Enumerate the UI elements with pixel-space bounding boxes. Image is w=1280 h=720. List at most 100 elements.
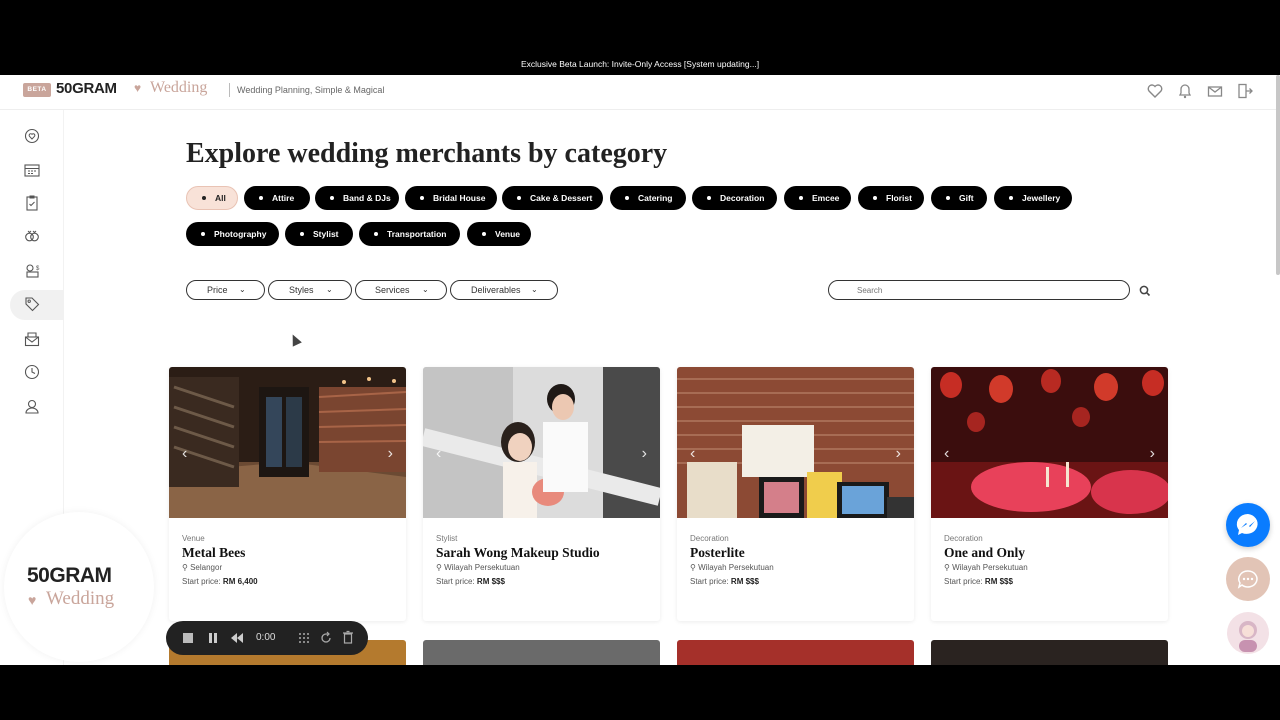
logout-icon[interactable] <box>1236 82 1254 100</box>
tag-icon[interactable] <box>22 295 42 315</box>
budget-icon[interactable]: $ <box>22 261 42 281</box>
merchant-image: ‹ › <box>169 367 406 518</box>
chevron-right-icon[interactable]: › <box>896 445 901 463</box>
rewind-icon[interactable] <box>230 621 244 665</box>
svg-text:$: $ <box>36 266 40 272</box>
category-chip-florist[interactable]: Florist <box>858 186 924 210</box>
messenger-button[interactable] <box>1226 503 1270 547</box>
chevron-down-icon: ⌄ <box>326 285 333 294</box>
category-chip-venue[interactable]: Venue <box>467 222 531 246</box>
chevron-left-icon[interactable]: ‹ <box>182 445 187 463</box>
heart-icon[interactable] <box>1146 82 1164 100</box>
map-pin-heart-icon[interactable] <box>22 127 42 147</box>
restart-icon[interactable] <box>320 621 332 665</box>
filter-services-label: Services <box>375 285 410 295</box>
rings-icon[interactable] <box>22 227 42 247</box>
category-chip-photography[interactable]: Photography <box>186 222 279 246</box>
category-chip-cake-dessert[interactable]: Cake & Dessert <box>502 186 603 210</box>
merchant-location-text: Wilayah Persekutuan <box>698 563 774 572</box>
merchant-location: ⚲ Wilayah Persekutuan <box>436 563 520 572</box>
page-scrollbar[interactable] <box>1276 75 1280 275</box>
calendar-icon[interactable] <box>22 161 42 181</box>
chevron-left-icon[interactable]: ‹ <box>944 445 949 463</box>
category-chip-all[interactable]: All <box>186 186 238 210</box>
messenger-icon <box>1226 503 1270 547</box>
price-label: Start price: <box>182 577 221 586</box>
logo-primary[interactable]: 50GRAM <box>56 80 117 97</box>
merchant-image: ‹ › <box>423 367 660 518</box>
merchant-name[interactable]: Posterlite <box>690 545 745 561</box>
category-chip-jewellery[interactable]: Jewellery <box>994 186 1072 210</box>
chevron-down-icon: ⌄ <box>239 285 246 294</box>
filter-price[interactable]: Price ⌄ <box>186 280 265 300</box>
filter-services[interactable]: Services ⌄ <box>355 280 447 300</box>
category-chip-band-djs[interactable]: Band & DJs <box>315 186 399 210</box>
trash-icon[interactable] <box>342 621 354 665</box>
merchant-card-metal-bees[interactable]: ‹ › Venue Metal Bees ⚲ Selangor Start pr… <box>169 367 406 621</box>
guest-icon[interactable] <box>22 397 42 417</box>
chevron-right-icon[interactable]: › <box>388 445 393 463</box>
merchant-card-one-and-only[interactable]: ‹ › Decoration One and Only ⚲ Wilayah Pe… <box>931 367 1168 621</box>
merchant-card-peek[interactable] <box>677 640 914 665</box>
grid-icon[interactable] <box>298 621 310 665</box>
merchant-location-text: Wilayah Persekutuan <box>952 563 1028 572</box>
filter-price-label: Price <box>207 285 228 295</box>
merchant-category: Decoration <box>944 534 983 543</box>
logo-heart-icon: ♥ <box>134 81 142 95</box>
chevron-left-icon[interactable]: ‹ <box>690 445 695 463</box>
location-pin-icon: ⚲ <box>182 563 191 572</box>
location-pin-icon: ⚲ <box>690 563 699 572</box>
merchant-card-peek[interactable] <box>931 640 1168 665</box>
category-chip-catering[interactable]: Catering <box>610 186 686 210</box>
sidebar-logo-secondary: Wedding <box>46 588 115 609</box>
beta-banner: Exclusive Beta Launch: Invite-Only Acces… <box>520 59 760 69</box>
search-icon[interactable] <box>1138 284 1152 298</box>
mail-icon[interactable] <box>1206 82 1224 100</box>
chevron-left-icon[interactable]: ‹ <box>436 445 441 463</box>
stop-icon[interactable] <box>182 621 194 665</box>
merchant-name[interactable]: Sarah Wong Makeup Studio <box>436 545 600 561</box>
merchant-location: ⚲ Selangor <box>182 563 222 572</box>
chevron-right-icon[interactable]: › <box>1150 445 1155 463</box>
merchant-image: ‹ › <box>931 367 1168 518</box>
chat-button[interactable] <box>1226 557 1270 601</box>
sidebar-logo-primary: 50GRAM <box>27 564 112 587</box>
merchant-name[interactable]: Metal Bees <box>182 545 245 561</box>
sidebar-logo-heart-icon: ♥ <box>28 592 37 608</box>
filter-styles[interactable]: Styles ⌄ <box>268 280 352 300</box>
merchant-price: Start price: RM $$$ <box>690 577 759 586</box>
invitation-icon[interactable] <box>22 330 42 350</box>
category-chip-transportation[interactable]: Transportation <box>359 222 460 246</box>
merchant-image: ‹ › <box>677 367 914 518</box>
tagline: Wedding Planning, Simple & Magical <box>237 85 385 95</box>
price-value: RM $$$ <box>984 577 1013 586</box>
merchant-price: Start price: RM $$$ <box>436 577 505 586</box>
chevron-down-icon: ⌄ <box>422 285 429 294</box>
clock-icon[interactable] <box>22 363 42 383</box>
bell-icon[interactable] <box>1176 82 1194 100</box>
merchant-card-sarah-wong[interactable]: ‹ › Stylist Sarah Wong Makeup Studio ⚲ W… <box>423 367 660 621</box>
category-chip-stylist[interactable]: Stylist <box>285 222 353 246</box>
search-input[interactable] <box>828 280 1130 300</box>
merchant-price: Start price: RM 6,400 <box>182 577 258 586</box>
merchant-location: ⚲ Wilayah Persekutuan <box>690 563 774 572</box>
merchant-card-posterlite[interactable]: ‹ › Decoration Posterlite ⚲ Wilayah Pers… <box>677 367 914 621</box>
filter-deliverables[interactable]: Deliverables ⌄ <box>450 280 558 300</box>
filter-deliverables-label: Deliverables <box>471 285 521 295</box>
pause-icon[interactable] <box>208 621 218 665</box>
category-chip-bridal-house[interactable]: Bridal House <box>405 186 497 210</box>
chevron-right-icon[interactable]: › <box>642 445 647 463</box>
category-chip-attire[interactable]: Attire <box>244 186 310 210</box>
assistant-avatar[interactable] <box>1227 612 1269 654</box>
merchant-card-peek[interactable] <box>423 640 660 665</box>
beta-badge: BETA <box>23 83 51 97</box>
price-value: RM $$$ <box>476 577 505 586</box>
category-chip-gift[interactable]: Gift <box>931 186 987 210</box>
price-label: Start price: <box>944 577 983 586</box>
checklist-icon[interactable] <box>22 194 42 214</box>
logo-secondary[interactable]: Wedding <box>150 79 207 97</box>
merchant-name[interactable]: One and Only <box>944 545 1025 561</box>
price-label: Start price: <box>690 577 729 586</box>
category-chip-decoration[interactable]: Decoration <box>692 186 777 210</box>
category-chip-emcee[interactable]: Emcee <box>784 186 851 210</box>
